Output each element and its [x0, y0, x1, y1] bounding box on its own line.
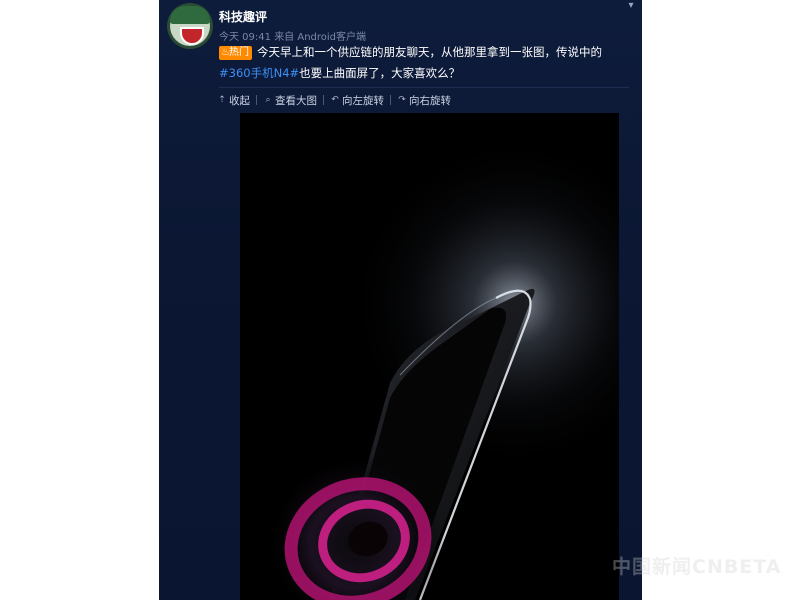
hot-badge-label: 热门: [229, 47, 249, 58]
post-text-after: 也要上曲面屏了，大家喜欢么？: [299, 66, 461, 80]
rotate-right-button[interactable]: ↷ 向右旋转: [397, 93, 451, 108]
page: 科技趣评 今天 09:41 来自 Android客户端 ▾ ♨热门 今天早上和一个…: [0, 0, 800, 600]
author-name[interactable]: 科技趣评: [219, 8, 267, 25]
image-toolbar: ⇡ 收起 ⌕ 查看大图 ↶ 向左旋转 ↷ 向右旋转: [217, 92, 451, 108]
avatar[interactable]: [167, 3, 213, 49]
post-image[interactable]: [240, 113, 619, 600]
hot-badge[interactable]: ♨热门: [219, 46, 252, 60]
rotate-left-label: 向左旋转: [342, 94, 384, 107]
collect-button[interactable]: ⇡ 收起: [217, 93, 250, 108]
toolbar-separator: [390, 95, 391, 105]
avatar-hair: [170, 6, 210, 24]
watermark: 中国新闻CNBETA: [612, 556, 782, 578]
toolbar-separator: [323, 95, 324, 105]
chevron-down-icon[interactable]: ▾: [624, 0, 638, 12]
collapse-icon: ⇡: [218, 95, 226, 105]
view-large-label: 查看大图: [275, 94, 317, 107]
collect-label: 收起: [229, 94, 250, 107]
post-text-before: 今天早上和一个供应链的朋友聊天，从他那里拿到一张图，传说中的: [257, 45, 602, 59]
phone-teaser-image: [240, 113, 619, 600]
rotate-left-button[interactable]: ↶ 向左旋转: [330, 93, 384, 108]
flame-icon: ♨: [221, 47, 230, 58]
rotate-right-label: 向右旋转: [409, 94, 451, 107]
hashtag-link[interactable]: #360手机N4#: [219, 66, 299, 80]
rotate-left-icon: ↶: [331, 95, 339, 105]
post-meta: 今天 09:41 来自 Android客户端: [219, 28, 366, 43]
zoom-icon: ⌕: [265, 95, 271, 105]
view-large-button[interactable]: ⌕ 查看大图: [263, 93, 317, 108]
post-body: ♨热门 今天早上和一个供应链的朋友聊天，从他那里拿到一张图，传说中的 #360手机N…: [219, 42, 629, 84]
toolbar-separator: [256, 95, 257, 105]
divider: [219, 87, 629, 88]
weibo-post-card: 科技趣评 今天 09:41 来自 Android客户端 ▾ ♨热门 今天早上和一个…: [159, 0, 642, 600]
rotate-right-icon: ↷: [398, 95, 406, 105]
